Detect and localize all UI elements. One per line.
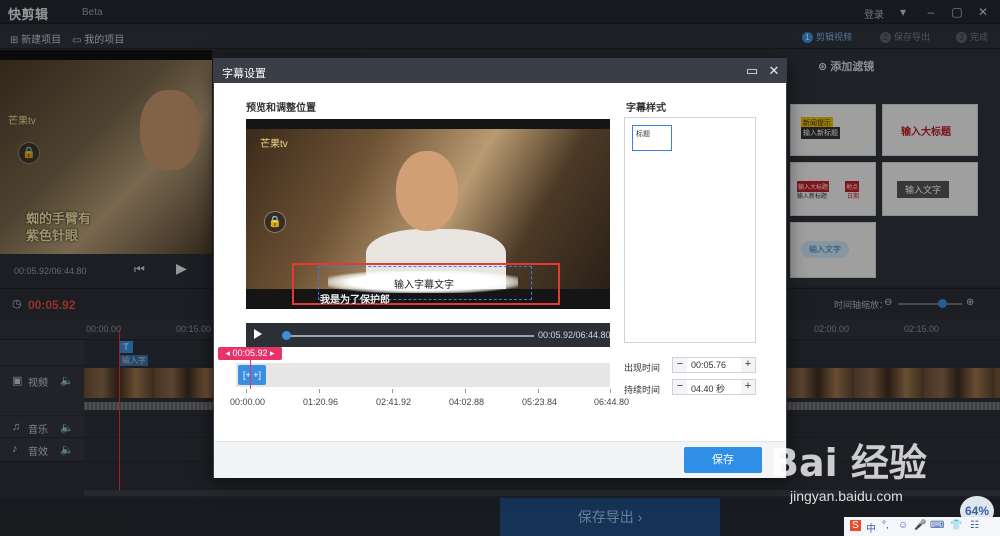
- emoji-icon[interactable]: ☺: [898, 520, 908, 531]
- scale-label: 02:41.92: [376, 397, 412, 407]
- sogou-icon[interactable]: S: [850, 520, 861, 531]
- maximize-icon[interactable]: ▭: [742, 62, 762, 80]
- scale-tick: [465, 389, 466, 393]
- increment-button[interactable]: +: [741, 380, 755, 394]
- subtitle-text[interactable]: 输入字幕文字: [366, 276, 482, 291]
- increment-button[interactable]: +: [741, 358, 755, 372]
- punctuation-icon[interactable]: °,: [882, 520, 889, 531]
- play-icon[interactable]: [254, 329, 262, 339]
- dialog-header: 字幕设置 ▭ ✕: [214, 59, 786, 83]
- lock-icon[interactable]: 🔒: [264, 211, 286, 233]
- mini-playhead[interactable]: [250, 359, 251, 389]
- keyboard-icon[interactable]: ⌨: [930, 520, 944, 531]
- save-button[interactable]: 保存: [684, 447, 762, 473]
- ime-chinese[interactable]: 中: [866, 520, 876, 535]
- scale-tick: [392, 389, 393, 393]
- scale-label: 05:23.84: [522, 397, 558, 407]
- appear-time-value[interactable]: 00:05.76: [691, 360, 726, 370]
- subtitle-clip[interactable]: [+ +]: [238, 365, 266, 385]
- decrement-button[interactable]: −: [673, 380, 687, 394]
- scale-label: 01:20.96: [303, 397, 339, 407]
- video-progress-bar[interactable]: [284, 335, 534, 337]
- subtitle-settings-dialog: 字幕设置 ▭ ✕ 预览和调整位置 字幕样式 芒果tv 🔒 输入字幕文字 我是为了…: [213, 58, 787, 478]
- dialog-title: 字幕设置: [222, 68, 266, 80]
- scale-tick: [319, 389, 320, 393]
- scale-label: 06:44.80: [594, 397, 630, 407]
- scale-tick: [610, 389, 611, 393]
- close-icon[interactable]: ✕: [764, 62, 784, 80]
- scale-tick: [538, 389, 539, 393]
- style-item-title[interactable]: 标题: [632, 125, 672, 151]
- scale-label: 00:00.00: [230, 397, 266, 407]
- duration-stepper[interactable]: − 04.40 秒 +: [672, 379, 756, 395]
- baidu-watermark: Bai 经验: [770, 441, 927, 485]
- duration-label: 持续时间: [624, 385, 661, 395]
- burned-in-subtitle: 我是为了保护郎: [320, 295, 390, 306]
- scale-tick: [246, 389, 247, 393]
- microphone-icon[interactable]: 🎤: [914, 520, 926, 531]
- appear-time-stepper[interactable]: − 00:05.76 +: [672, 357, 756, 373]
- channel-logo: 芒果tv: [260, 139, 288, 150]
- scale-label: 04:02.88: [449, 397, 485, 407]
- grid-icon[interactable]: ☷: [970, 520, 979, 531]
- duration-value[interactable]: 04.40 秒: [691, 382, 725, 395]
- decrement-button[interactable]: −: [673, 358, 687, 372]
- skin-icon[interactable]: 👕: [950, 520, 962, 531]
- video-time: 00:05.92/06:44.80: [538, 330, 611, 340]
- subtitle-mini-track: [236, 363, 610, 387]
- preview-section-title: 预览和调整位置: [246, 103, 316, 114]
- appear-time-label: 出现时间: [624, 363, 661, 373]
- watermark-url: jingyan.baidu.com: [790, 488, 903, 504]
- style-section-title: 字幕样式: [626, 103, 666, 114]
- video-progress-knob[interactable]: [282, 331, 291, 340]
